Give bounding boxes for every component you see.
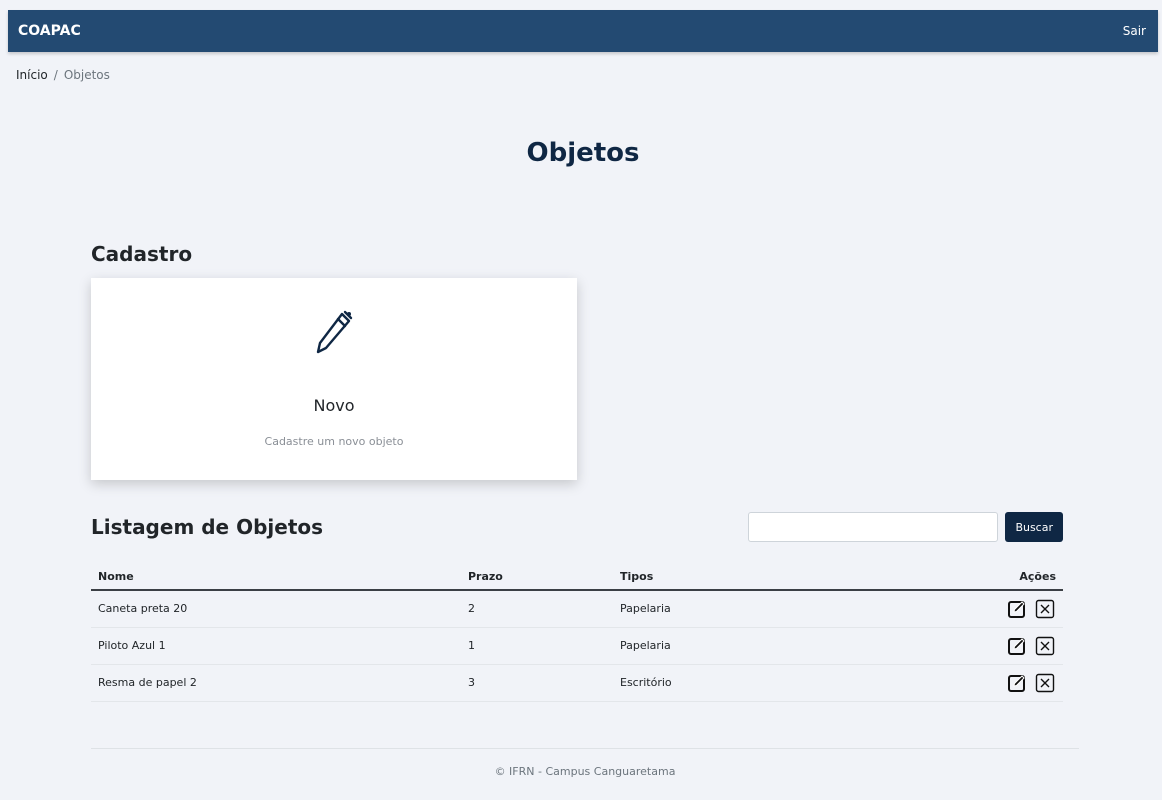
- pen-icon: [314, 308, 354, 356]
- search-button[interactable]: Buscar: [1005, 512, 1063, 542]
- brand-logo[interactable]: COAPAC: [18, 23, 81, 39]
- table-header-row: Nome Prazo Tipos Ações: [91, 564, 1063, 591]
- cell-prazo: 2: [461, 590, 613, 628]
- footer: © IFRN - Campus Canguaretama: [91, 748, 1079, 778]
- table-row: Caneta preta 20 2 Papelaria: [91, 590, 1063, 628]
- column-header-nome: Nome: [91, 564, 461, 591]
- delete-icon[interactable]: [1034, 672, 1056, 694]
- column-header-prazo: Prazo: [461, 564, 613, 591]
- list-header: Listagem de Objetos Buscar: [91, 512, 1063, 542]
- logout-link[interactable]: Sair: [1123, 24, 1146, 38]
- delete-icon[interactable]: [1034, 635, 1056, 657]
- cell-nome: Piloto Azul 1: [91, 627, 461, 665]
- breadcrumb-home[interactable]: Início: [16, 68, 48, 82]
- cell-acoes: [840, 627, 1063, 665]
- footer-text: © IFRN - Campus Canguaretama: [494, 765, 676, 778]
- page-title: Objetos: [526, 138, 640, 168]
- cell-acoes: [840, 664, 1063, 702]
- breadcrumb: Início / Objetos: [16, 68, 1158, 82]
- cell-nome: Resma de papel 2: [91, 664, 461, 702]
- cell-prazo: 1: [461, 627, 613, 665]
- edit-icon[interactable]: [1006, 672, 1028, 694]
- column-header-acoes: Ações: [840, 564, 1063, 591]
- breadcrumb-separator: /: [53, 68, 58, 82]
- search-form: Buscar: [748, 512, 1063, 542]
- objects-table: Nome Prazo Tipos Ações Caneta preta 20 2…: [91, 564, 1063, 702]
- column-header-tipos: Tipos: [613, 564, 841, 591]
- delete-icon[interactable]: [1034, 598, 1056, 620]
- cell-tipos: Escritório: [613, 664, 841, 702]
- cell-acoes: [840, 590, 1063, 628]
- cell-tipos: Papelaria: [613, 590, 841, 628]
- cadastro-section-title: Cadastro: [91, 242, 193, 266]
- app-frame: COAPAC Sair Início / Objetos Objetos Cad…: [8, 10, 1158, 800]
- edit-icon[interactable]: [1006, 635, 1028, 657]
- new-object-card[interactable]: Novo Cadastre um novo objeto: [91, 278, 577, 480]
- search-input[interactable]: [748, 512, 999, 542]
- breadcrumb-current: Objetos: [63, 68, 110, 82]
- edit-icon[interactable]: [1006, 598, 1028, 620]
- card-title: Novo: [313, 396, 355, 415]
- navbar: COAPAC Sair: [8, 10, 1158, 52]
- cell-nome: Caneta preta 20: [91, 590, 461, 628]
- cell-tipos: Papelaria: [613, 627, 841, 665]
- table-row: Resma de papel 2 3 Escritório: [91, 664, 1063, 702]
- list-title: Listagem de Objetos: [91, 515, 324, 539]
- cell-prazo: 3: [461, 664, 613, 702]
- table-row: Piloto Azul 1 1 Papelaria: [91, 627, 1063, 665]
- card-description: Cadastre um novo objeto: [264, 435, 404, 448]
